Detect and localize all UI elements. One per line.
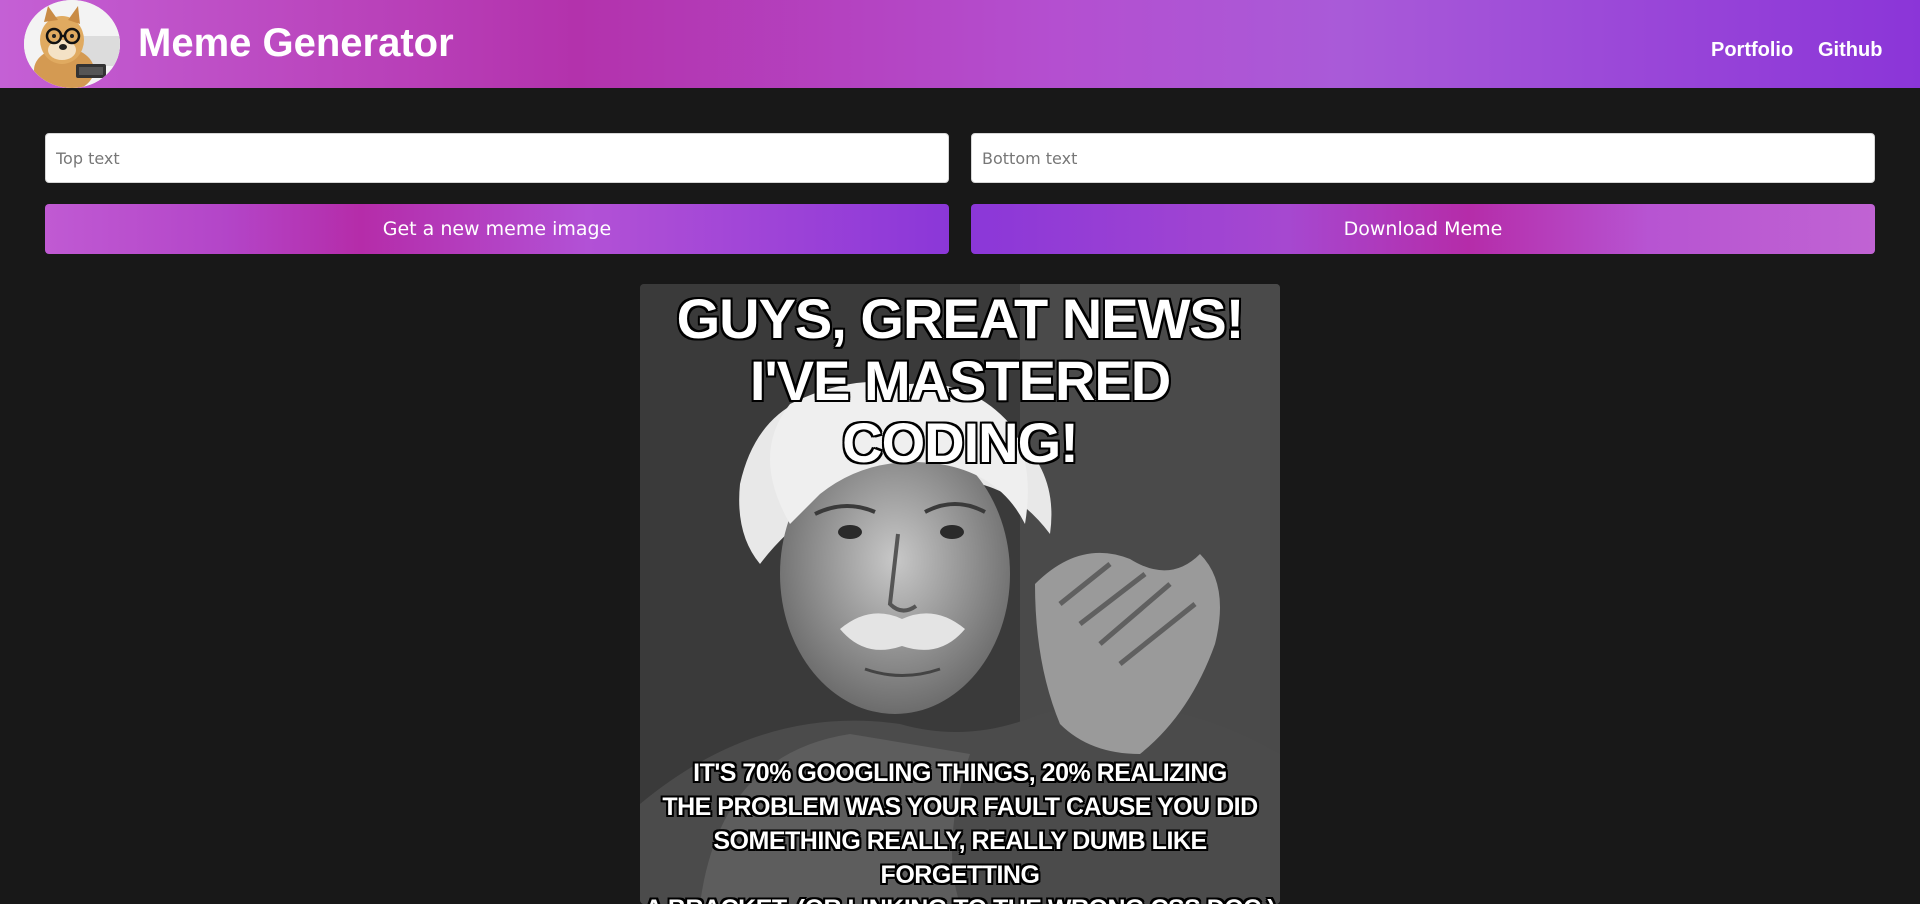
- bottom-text-input[interactable]: [971, 133, 1875, 183]
- nav-link-portfolio[interactable]: Portfolio: [1711, 38, 1793, 62]
- top-text-input[interactable]: [45, 133, 949, 183]
- app-title: Meme Generator: [138, 21, 454, 65]
- app-header: Meme Generator Portfolio Github: [0, 0, 1920, 88]
- new-meme-image-button[interactable]: Get a new meme image: [45, 204, 949, 254]
- download-meme-button[interactable]: Download Meme: [971, 204, 1875, 254]
- doge-icon: [24, 0, 120, 88]
- meme-top-caption: GUYS, GREAT NEWS! I'VE MASTERED CODING!: [676, 287, 1245, 474]
- meme-image: GUYS, GREAT NEWS! I'VE MASTERED CODING! …: [640, 284, 1280, 904]
- nav-link-github[interactable]: Github: [1818, 38, 1882, 62]
- meme-bottom-caption: IT'S 70% GOOGLING THINGS, 20% REALIZING …: [645, 759, 1276, 904]
- logo-avatar: [24, 0, 120, 88]
